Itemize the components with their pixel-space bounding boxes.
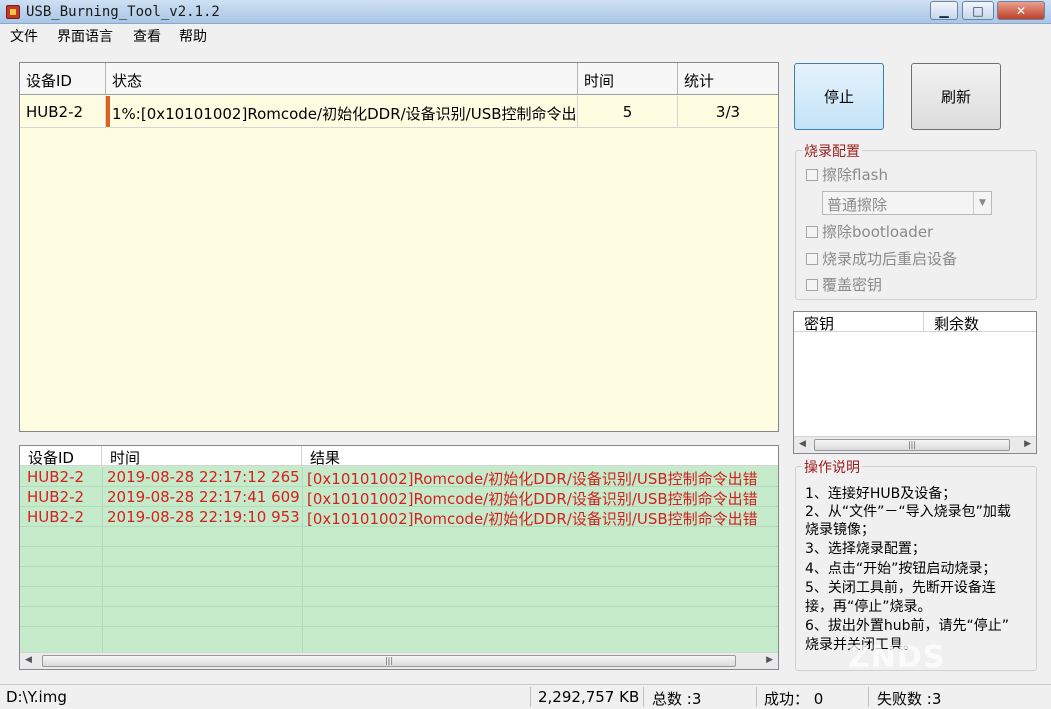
col-status[interactable]: 状态 [106, 63, 578, 95]
log-row-empty [20, 547, 778, 567]
instruction-line: 3、选择烧录配置； [805, 541, 926, 557]
col-stats[interactable]: 统计 [678, 63, 778, 95]
scroll-right-icon[interactable]: ▶ [766, 655, 773, 665]
checkbox-icon [806, 225, 818, 238]
menu-view[interactable]: 查看 [133, 26, 161, 46]
status-separator [530, 687, 531, 707]
refresh-button[interactable]: 刷新 [911, 63, 1001, 130]
erase-flash-checkbox[interactable]: 擦除flash [806, 164, 888, 185]
erase-flash-label: 擦除flash [822, 166, 888, 184]
instruction-line: 接，再“停止”烧录。 [805, 599, 932, 615]
total-count: 总数 :3 [652, 690, 702, 708]
erase-mode-value: 普通擦除 [827, 196, 888, 214]
menu-language[interactable]: 界面语言 [57, 26, 113, 46]
log-time: 2019-08-28 22:19:10 953 [107, 508, 300, 526]
overwrite-key-checkbox[interactable]: 覆盖密钥 [806, 274, 882, 295]
stop-button[interactable]: 停止 [794, 63, 884, 130]
reboot-after-success-label: 烧录成功后重启设备 [822, 250, 958, 268]
scroll-left-icon[interactable]: ◀ [799, 439, 806, 449]
menu-help[interactable]: 帮助 [179, 26, 207, 46]
checkbox-icon [806, 252, 818, 265]
log-col-time[interactable]: 时间 [102, 446, 302, 467]
log-device-id: HUB2-2 [27, 488, 85, 506]
status-bar: D:\Y.img 2,292,757 KB 总数 :3 成功： 0 失败数 :3 [0, 684, 1051, 708]
log-row-empty [20, 627, 778, 647]
maximize-icon: □ [972, 3, 984, 18]
log-row-empty [20, 607, 778, 627]
log-result: [0x10101002]Romcode/初始化DDR/设备识别/USB控制命令出… [307, 470, 758, 488]
log-device-id: HUB2-2 [27, 508, 85, 526]
instruction-line: 烧录镜像； [805, 522, 875, 538]
minimize-button[interactable]: ▁ [930, 1, 958, 20]
scroll-left-icon[interactable]: ◀ [25, 655, 32, 665]
instruction-line: 5、关闭工具前，先断开设备连 [805, 580, 996, 596]
scroll-thumb[interactable]: ||| [42, 655, 736, 667]
instruction-line: 4、点击“开始”按钮启动烧录； [805, 561, 997, 577]
maximize-button[interactable]: □ [962, 1, 994, 20]
status-separator [868, 687, 869, 707]
log-row[interactable]: HUB2-2 2019-08-28 22:19:10 953 [0x101010… [20, 507, 778, 528]
log-row-empty [20, 587, 778, 607]
device-id-cell[interactable]: HUB2-2 [20, 96, 106, 128]
col-time[interactable]: 时间 [578, 63, 678, 95]
image-path: D:\Y.img [6, 688, 67, 706]
erase-bootloader-checkbox[interactable]: 擦除bootloader [806, 221, 933, 242]
time-cell[interactable]: 5 [578, 96, 678, 128]
minimize-icon: ▁ [939, 3, 949, 18]
key-table-scrollbar[interactable]: ◀ ||| ▶ [794, 436, 1036, 453]
app-icon [6, 5, 20, 19]
log-row[interactable]: HUB2-2 2019-08-28 22:17:12 265 [0x101010… [20, 467, 778, 488]
burn-config-title: 烧录配置 [802, 141, 862, 161]
close-button[interactable]: ✕ [997, 1, 1045, 20]
col-remaining[interactable]: 剩余数 [924, 312, 1036, 333]
log-row[interactable]: HUB2-2 2019-08-28 22:17:41 609 [0x101010… [20, 487, 778, 508]
log-result: [0x10101002]Romcode/初始化DDR/设备识别/USB控制命令出… [307, 510, 758, 528]
erase-bootloader-label: 擦除bootloader [822, 223, 934, 241]
status-separator [643, 687, 644, 707]
image-size: 2,292,757 KB [538, 688, 640, 706]
log-table-scrollbar[interactable]: ◀ ||| ▶ [20, 652, 778, 669]
title-bar: USB_Burning_Tool_v2.1.2 ▁ □ ✕ [0, 0, 1051, 24]
key-table[interactable]: 密钥 剩余数 ◀ ||| ▶ [793, 311, 1037, 454]
instruction-line: 2、从“文件”－“导入烧录包”加载 [805, 504, 1011, 520]
log-row-empty [20, 527, 778, 547]
log-table[interactable]: 设备ID 时间 结果 HUB2-2 2019-08-28 22:17:12 26… [19, 445, 779, 670]
instruction-line: 6、拔出外置hub前，请先“停止” [805, 618, 1010, 634]
scroll-thumb[interactable]: ||| [814, 439, 1010, 451]
checkbox-icon [806, 278, 818, 291]
log-col-result[interactable]: 结果 [302, 446, 778, 467]
window-title: USB_Burning_Tool_v2.1.2 [26, 4, 220, 20]
log-row-empty [20, 567, 778, 587]
overwrite-key-label: 覆盖密钥 [822, 276, 883, 294]
stats-cell[interactable]: 3/3 [678, 96, 778, 128]
reboot-after-success-checkbox[interactable]: 烧录成功后重启设备 [806, 248, 957, 269]
instructions-title: 操作说明 [802, 457, 862, 477]
col-device-id[interactable]: 设备ID [20, 63, 106, 95]
log-result: [0x10101002]Romcode/初始化DDR/设备识别/USB控制命令出… [307, 490, 758, 508]
status-cell[interactable]: 1%:[0x10101002]Romcode/初始化DDR/设备识别/USB控制… [110, 96, 578, 128]
scroll-right-icon[interactable]: ▶ [1024, 439, 1031, 449]
log-time: 2019-08-28 22:17:12 265 [107, 468, 300, 486]
log-col-device-id[interactable]: 设备ID [20, 446, 102, 467]
failed-count: 失败数 :3 [877, 690, 942, 708]
device-table[interactable]: 设备ID 状态 时间 统计 HUB2-2 1%:[0x10101002]Romc… [19, 62, 779, 432]
instruction-line: 1、连接好HUB及设备； [805, 486, 957, 502]
menu-file[interactable]: 文件 [10, 26, 38, 46]
log-device-id: HUB2-2 [27, 468, 85, 486]
chevron-down-icon: ▼ [973, 192, 991, 214]
watermark-logo: ZNDS [848, 640, 946, 675]
erase-mode-select[interactable]: 普通擦除 ▼ [822, 191, 992, 215]
checkbox-icon [806, 168, 818, 181]
status-separator [756, 687, 757, 707]
menu-bar: 文件 界面语言 查看 帮助 [0, 24, 1051, 46]
col-key[interactable]: 密钥 [794, 312, 924, 333]
success-count: 成功： 0 [764, 690, 824, 708]
close-icon: ✕ [1015, 3, 1027, 18]
log-time: 2019-08-28 22:17:41 609 [107, 488, 300, 506]
burn-config-group: 烧录配置 擦除flash 普通擦除 ▼ 擦除bootloader 烧录成功后重启… [795, 141, 1037, 300]
